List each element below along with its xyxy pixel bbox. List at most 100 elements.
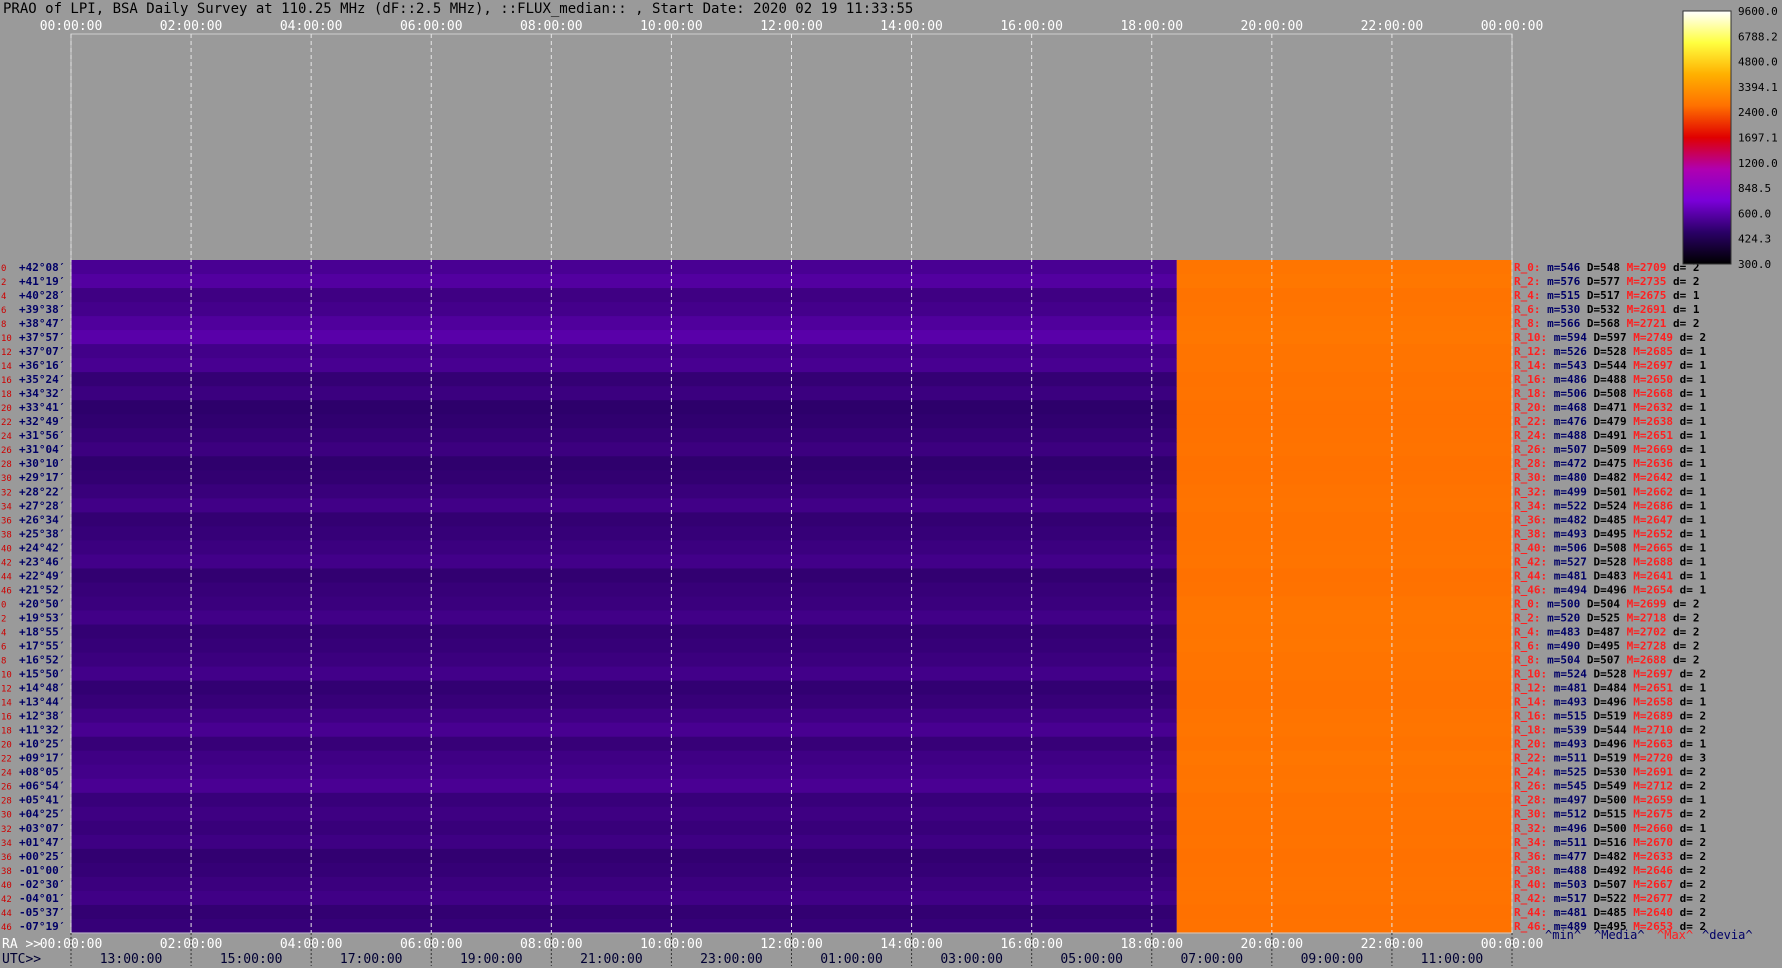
dec-label: +26°34′: [19, 513, 65, 526]
heat-cell-right: [1176, 890, 1512, 906]
stats-row: R_2: m=576 D=577 M=2735 d= 2: [1514, 275, 1699, 288]
heat-cell-left: [71, 638, 1177, 654]
heat-cell-right: [1176, 526, 1512, 542]
stats-row: R_22: m=476 D=479 M=2638 d= 1: [1514, 415, 1706, 428]
colorbar-tick-label: 424.3: [1738, 233, 1771, 246]
dec-label: +39°38′: [19, 303, 65, 316]
dec-label: +16°52′: [19, 654, 65, 667]
heat-cell-left: [71, 778, 1177, 794]
colorbar-tick-label: 600.0: [1738, 207, 1771, 220]
dec-label: +21°52′: [19, 583, 65, 596]
stats-row: R_14: m=543 D=544 M=2697 d= 1: [1514, 359, 1706, 372]
row-index-label: 6: [1, 306, 6, 316]
stats-row: R_26: m=545 D=549 M=2712 d= 2: [1514, 780, 1706, 793]
heat-cell-left: [71, 400, 1177, 415]
stats-row: R_20: m=468 D=471 M=2632 d= 1: [1514, 401, 1706, 414]
row-index-label: 22: [1, 755, 12, 765]
stats-row: R_44: m=481 D=485 M=2640 d= 2: [1514, 906, 1706, 919]
legend-dev: ^devia^: [1702, 928, 1753, 942]
stats-row: R_2: m=520 D=525 M=2718 d= 2: [1514, 611, 1699, 624]
heat-cell-right: [1176, 274, 1512, 289]
heat-cell-left: [71, 806, 1177, 822]
heat-cell-left: [71, 680, 1177, 696]
stats-row: R_24: m=525 D=530 M=2691 d= 2: [1514, 766, 1706, 779]
heat-cell-left: [71, 428, 1177, 443]
dec-label: +31°04′: [19, 443, 65, 456]
x-top-tick-label: 10:00:00: [640, 19, 703, 34]
dec-label: -04°01′: [19, 892, 65, 905]
heat-cell-left: [71, 414, 1177, 429]
x-top-tick-label: 22:00:00: [1361, 19, 1424, 34]
dec-label: +38°47′: [19, 317, 65, 330]
heat-cell-left: [71, 540, 1177, 556]
dec-label: +33°41′: [19, 401, 65, 414]
stats-row: R_12: m=481 D=484 M=2651 d= 1: [1514, 682, 1706, 695]
heat-cell-left: [71, 722, 1177, 738]
heat-cell-right: [1176, 288, 1512, 303]
row-index-label: 36: [1, 853, 12, 863]
heat-cell-left: [71, 918, 1177, 934]
heat-cell-left: [71, 344, 1177, 359]
heat-cell-right: [1176, 344, 1512, 359]
stats-row: R_28: m=472 D=475 M=2636 d= 1: [1514, 457, 1706, 470]
row-index-label: 38: [1, 867, 12, 877]
dec-label: +32°49′: [19, 415, 65, 428]
stats-row: R_30: m=512 D=515 M=2675 d= 2: [1514, 808, 1706, 821]
dec-label: +40°28′: [19, 289, 65, 302]
heat-cell-right: [1176, 750, 1512, 766]
heat-cell-left: [71, 568, 1177, 584]
utc-tick-label: 23:00:00: [700, 952, 763, 967]
heat-cell-left: [71, 372, 1177, 387]
legend-max: ^Max^: [1657, 928, 1693, 942]
stats-row: R_10: m=594 D=597 M=2749 d= 2: [1514, 331, 1706, 344]
row-index-label: 4: [1, 292, 6, 302]
stats-row: R_42: m=527 D=528 M=2688 d= 1: [1514, 555, 1706, 568]
heat-cell-left: [71, 624, 1177, 640]
utc-tick-label: 15:00:00: [220, 952, 283, 967]
dec-label: +18°55′: [19, 625, 65, 638]
dec-label: +12°38′: [19, 710, 65, 723]
dec-label: +09°17′: [19, 752, 65, 765]
utc-tick-label: 13:00:00: [100, 952, 163, 967]
heat-cell-right: [1176, 596, 1512, 612]
x-top-tick-label: 12:00:00: [760, 19, 823, 34]
stats-row: R_38: m=488 D=492 M=2646 d= 2: [1514, 864, 1706, 877]
heat-cell-right: [1176, 358, 1512, 373]
heat-cell-right: [1176, 568, 1512, 584]
row-index-label: 18: [1, 390, 12, 400]
heatmap-svg: 00:00:00 02:00:00 04:00:00 06:00:00 08:00:00…: [1, 5, 1778, 967]
dec-label: +22°49′: [19, 569, 65, 582]
utc-tick-label: 19:00:00: [460, 952, 523, 967]
row-index-label: 4: [1, 628, 6, 638]
stats-row: R_36: m=482 D=485 M=2647 d= 1: [1514, 513, 1706, 526]
colorbar-tick-label: 848.5: [1738, 182, 1771, 195]
row-index-label: 8: [1, 320, 6, 330]
row-index-label: 24: [1, 769, 12, 779]
stats-row: R_22: m=511 D=519 M=2720 d= 3: [1514, 752, 1706, 765]
dec-label: +37°07′: [19, 345, 65, 358]
heat-cell-right: [1176, 442, 1512, 457]
heat-cell-right: [1176, 512, 1512, 527]
row-index-label: 6: [1, 642, 6, 652]
heat-cell-left: [71, 316, 1177, 331]
heat-cell-right: [1176, 386, 1512, 401]
row-index-label: 38: [1, 530, 12, 540]
dec-label: +37°57′: [19, 331, 65, 344]
row-index-label: 44: [1, 909, 12, 919]
heat-cell-left: [71, 862, 1177, 878]
stats-row: R_14: m=493 D=496 M=2658 d= 1: [1514, 696, 1706, 709]
dec-label: -07°19′: [19, 920, 65, 933]
heat-cell-right: [1176, 428, 1512, 443]
row-index-label: 2: [1, 278, 6, 288]
row-index-label: 42: [1, 558, 12, 568]
row-index-label: 0: [1, 264, 6, 274]
dec-label: +10°25′: [19, 738, 65, 751]
utc-tick-label: 07:00:00: [1180, 952, 1243, 967]
dec-label: +34°32′: [19, 387, 65, 400]
heat-cell-left: [71, 904, 1177, 920]
heat-cell-left: [71, 512, 1177, 527]
heat-cell-left: [71, 652, 1177, 668]
heat-cell-left: [71, 526, 1177, 542]
heat-cell-right: [1176, 876, 1512, 892]
dec-label: +36°16′: [19, 359, 65, 372]
